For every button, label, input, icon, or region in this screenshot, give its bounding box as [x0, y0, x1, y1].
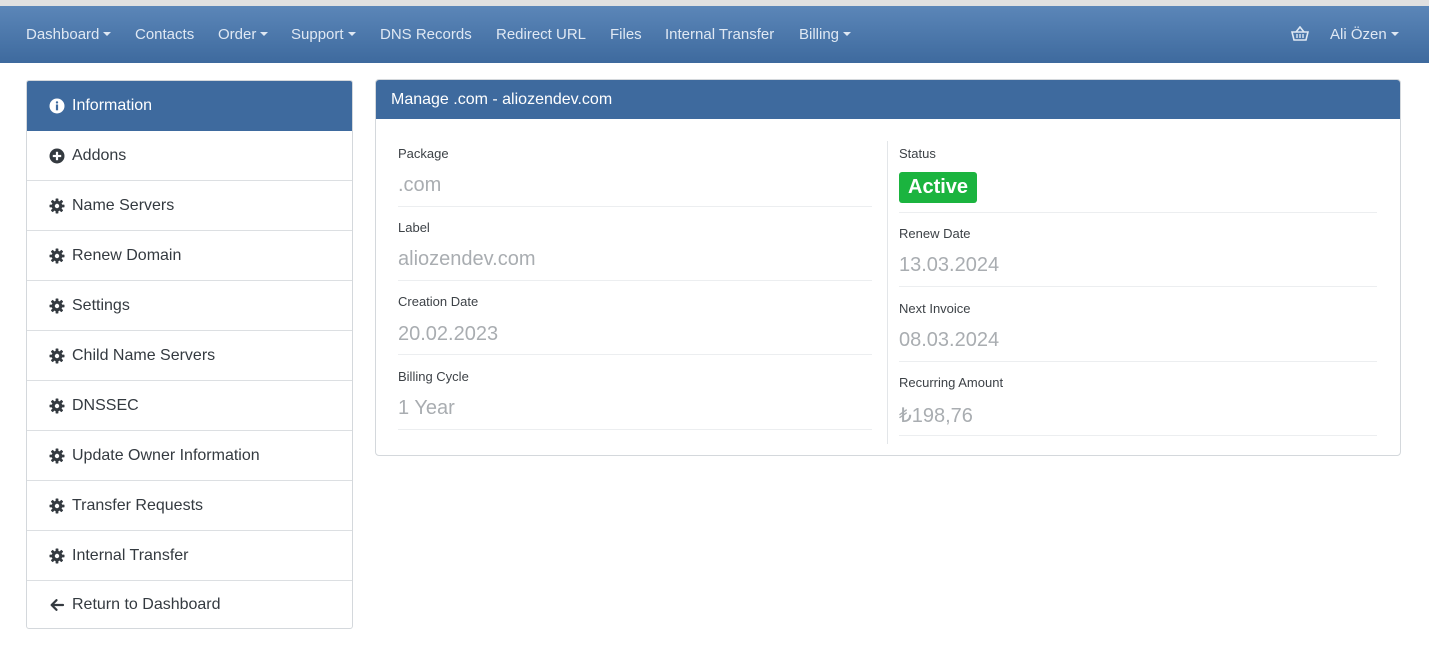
caret-down-icon	[260, 32, 269, 36]
nav-contacts[interactable]: Contacts	[135, 6, 194, 63]
creation-date-value: 20.02.2023	[398, 323, 499, 345]
nav-order-dropdown[interactable]: Order	[218, 6, 269, 63]
top-navbar: Dashboard Contacts Order Support DNS Rec…	[0, 6, 1429, 63]
label-value: aliozendev.com	[398, 248, 536, 270]
sidebar-item-name-servers[interactable]: Name Servers	[27, 181, 352, 231]
info-circle-icon	[49, 98, 65, 114]
gear-icon	[49, 448, 65, 464]
sidebar-item-transfer-requests[interactable]: Transfer Requests	[27, 481, 352, 531]
column-divider	[887, 141, 888, 444]
field-divider	[398, 280, 872, 281]
field-divider	[899, 286, 1377, 287]
nav-order-label: Order	[218, 26, 257, 43]
sidebar-item-update-owner-information[interactable]: Update Owner Information	[27, 431, 352, 481]
renew-date-value: 13.03.2024	[899, 254, 1000, 276]
panel-title: Manage .com - aliozendev.com	[376, 80, 1400, 119]
nav-support-label: Support	[291, 26, 344, 43]
arrow-left-icon	[50, 599, 65, 611]
sidebar-item-child-name-servers[interactable]: Child Name Servers	[27, 331, 352, 381]
caret-down-icon	[103, 32, 112, 36]
recurring-amount-value: ₺198,76	[899, 405, 973, 427]
gear-icon	[49, 198, 65, 214]
sidebar-item-label: Return to Dashboard	[72, 596, 221, 613]
plus-circle-icon	[49, 148, 65, 164]
nav-support-dropdown[interactable]: Support	[291, 6, 356, 63]
recurring-amount-label: Recurring Amount	[899, 375, 1004, 390]
sidebar-item-renew-domain[interactable]: Renew Domain	[27, 231, 352, 281]
status-badge: Active	[899, 172, 978, 203]
nav-dashboard-dropdown[interactable]: Dashboard	[26, 6, 112, 63]
sidebar-item-label: Addons	[72, 147, 127, 164]
sidebar-item-dnssec[interactable]: DNSSEC	[27, 381, 352, 431]
billing-cycle-label: Billing Cycle	[398, 369, 469, 384]
sidebar-item-label: Name Servers	[72, 197, 175, 214]
sidebar-item-label: Transfer Requests	[72, 497, 204, 514]
domain-sidebar-menu: Information Addons Name Servers Renew Do…	[26, 80, 353, 629]
sidebar-item-label: DNSSEC	[72, 397, 139, 414]
package-value: .com	[398, 174, 442, 196]
user-name: Ali Özen	[1330, 26, 1387, 43]
billing-cycle-value: 1 Year	[398, 397, 455, 419]
user-menu-dropdown[interactable]: Ali Özen	[1330, 6, 1399, 63]
package-label: Package	[398, 146, 449, 161]
domain-info-panel: Manage .com - aliozendev.com Package .co…	[375, 79, 1401, 456]
field-divider	[899, 212, 1377, 213]
creation-date-label: Creation Date	[398, 294, 479, 309]
nav-billing-dropdown[interactable]: Billing	[799, 6, 852, 63]
sidebar-item-label: Information	[72, 97, 153, 114]
nav-dns-records[interactable]: DNS Records	[380, 6, 472, 63]
renew-date-label: Renew Date	[899, 226, 971, 241]
sidebar-item-label: Update Owner Information	[72, 447, 260, 464]
sidebar-item-settings[interactable]: Settings	[27, 281, 352, 331]
sidebar-item-information[interactable]: Information	[27, 81, 352, 131]
gear-icon	[49, 498, 65, 514]
caret-down-icon	[843, 32, 852, 36]
sidebar-item-addons[interactable]: Addons	[27, 131, 352, 181]
nav-billing-label: Billing	[799, 26, 840, 43]
nav-files[interactable]: Files	[610, 6, 642, 63]
basket-icon[interactable]	[1291, 26, 1309, 42]
next-invoice-value: 08.03.2024	[899, 329, 1000, 351]
nav-redirect-url[interactable]: Redirect URL	[496, 6, 586, 63]
sidebar-item-label: Child Name Servers	[72, 347, 216, 364]
sidebar-item-label: Renew Domain	[72, 247, 182, 264]
field-divider	[899, 361, 1377, 362]
sidebar-item-return-to-dashboard[interactable]: Return to Dashboard	[27, 580, 352, 628]
field-divider	[398, 429, 872, 430]
gear-icon	[49, 548, 65, 564]
gear-icon	[49, 398, 65, 414]
label-label: Label	[398, 220, 430, 235]
sidebar-item-internal-transfer[interactable]: Internal Transfer	[27, 531, 352, 581]
caret-down-icon	[1390, 32, 1399, 36]
gear-icon	[49, 348, 65, 364]
caret-down-icon	[347, 32, 356, 36]
field-divider	[398, 206, 872, 207]
nav-dashboard-label: Dashboard	[26, 26, 100, 43]
next-invoice-label: Next Invoice	[899, 301, 971, 316]
field-divider	[899, 435, 1377, 436]
sidebar-item-label: Settings	[72, 297, 130, 314]
nav-internal-transfer[interactable]: Internal Transfer	[665, 6, 774, 63]
sidebar-item-label: Internal Transfer	[72, 547, 189, 564]
gear-icon	[49, 298, 65, 314]
status-label: Status	[899, 146, 936, 161]
gear-icon	[49, 248, 65, 264]
field-divider	[398, 354, 872, 355]
